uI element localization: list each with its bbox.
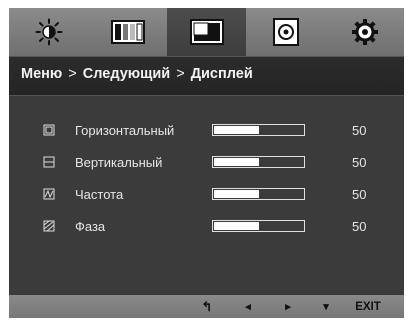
horizontal-position-icon <box>43 124 55 136</box>
tab-contrast[interactable] <box>88 8 167 56</box>
breadcrumb-separator: > <box>68 66 77 82</box>
breadcrumb: Меню > Следующий > Дисплей <box>21 66 253 82</box>
breadcrumb-separator: > <box>176 66 185 82</box>
return-button[interactable]: ↰ <box>196 295 218 318</box>
setting-row-clock[interactable]: Частота 50 <box>9 184 404 206</box>
breadcrumb-middle: Следующий <box>82 66 171 82</box>
setting-slider[interactable] <box>212 220 305 232</box>
setting-row-vertical[interactable]: Вертикальный 50 <box>9 152 404 174</box>
tab-display[interactable] <box>167 8 246 56</box>
left-arrow-icon: ◂ <box>245 301 251 313</box>
brightness-icon <box>35 18 62 46</box>
bottom-control-bar: ↰ ◂ ▸ ▾ EXIT <box>9 295 404 318</box>
breadcrumb-current: Дисплей <box>190 66 253 82</box>
setting-value: 50 <box>352 219 367 234</box>
setting-slider[interactable] <box>212 156 305 168</box>
phase-icon <box>43 220 55 232</box>
settings-icon <box>351 19 378 45</box>
setting-row-phase[interactable]: Фаза 50 <box>9 216 404 238</box>
setting-slider-fill <box>214 126 259 134</box>
setting-row-horizontal[interactable]: Горизонтальный 50 <box>9 120 404 142</box>
vertical-position-icon <box>43 156 55 168</box>
right-button[interactable]: ▸ <box>277 295 299 318</box>
right-arrow-icon: ▸ <box>285 301 291 313</box>
setting-slider[interactable] <box>212 124 305 136</box>
osd-panel: Меню > Следующий > Дисплей Горизонтальный 50… <box>9 8 404 318</box>
tab-bar <box>9 8 404 56</box>
down-arrow-icon: ▾ <box>323 301 329 313</box>
left-button[interactable]: ◂ <box>237 295 259 318</box>
clock-icon <box>43 188 55 200</box>
tab-brightness[interactable] <box>9 8 88 56</box>
return-icon: ↰ <box>201 298 213 314</box>
setting-slider-fill <box>214 158 259 166</box>
setting-label: Вертикальный <box>75 155 163 170</box>
menu-title-bar: Меню > Следующий > Дисплей <box>9 56 404 96</box>
display-icon <box>189 19 224 45</box>
contrast-icon <box>110 20 145 44</box>
down-button[interactable]: ▾ <box>315 295 337 318</box>
exit-button[interactable]: EXIT <box>346 295 390 318</box>
setting-slider[interactable] <box>212 188 305 200</box>
tab-color[interactable] <box>246 8 325 56</box>
exit-label: EXIT <box>355 300 381 313</box>
setting-value: 50 <box>352 187 367 202</box>
setting-slider-fill <box>214 190 259 198</box>
setting-label: Частота <box>75 187 124 202</box>
setting-label: Горизонтальный <box>75 123 175 138</box>
breadcrumb-root: Меню <box>21 66 63 82</box>
setting-label: Фаза <box>75 219 106 234</box>
setting-value: 50 <box>352 155 367 170</box>
tab-settings[interactable] <box>325 8 404 56</box>
setting-slider-fill <box>214 222 259 230</box>
setting-value: 50 <box>352 123 367 138</box>
color-icon <box>272 18 299 46</box>
